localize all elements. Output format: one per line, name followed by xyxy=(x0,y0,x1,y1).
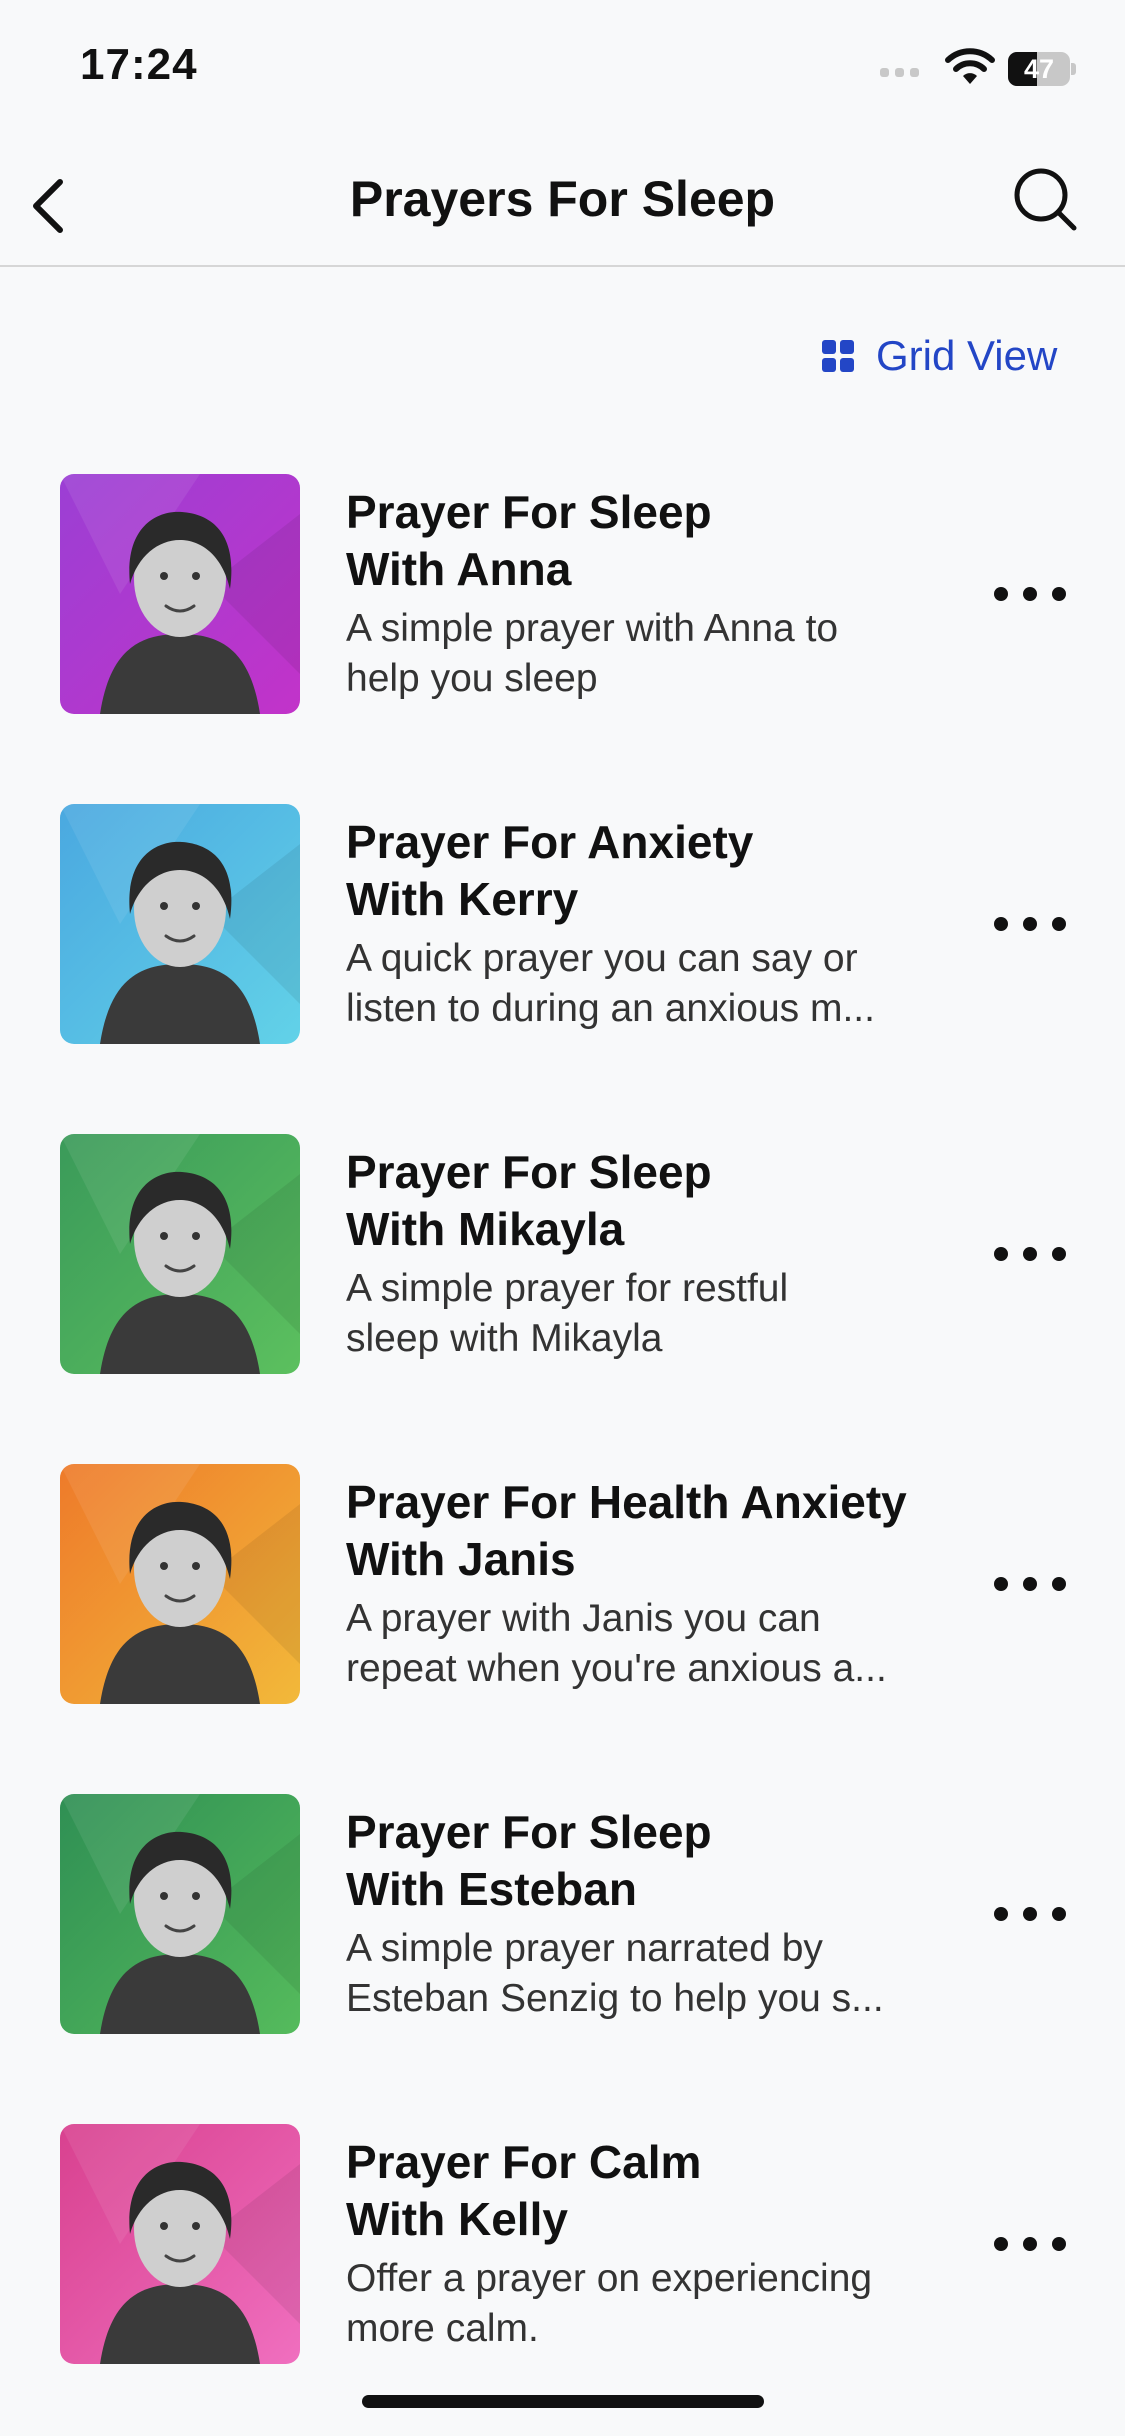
cellular-signal-icon xyxy=(880,68,919,77)
item-title-line: Prayer For Sleep xyxy=(346,1806,712,1858)
item-description-line: repeat when you're anxious a... xyxy=(346,1647,887,1690)
item-title[interactable]: Prayer For Calm With Kelly xyxy=(346,2134,966,2248)
item-description: A simple prayer for restful sleep with M… xyxy=(346,1264,946,1364)
item-description-line: Offer a prayer on experiencing xyxy=(346,2257,873,2300)
item-description-line: sleep with Mikayla xyxy=(346,1317,663,1360)
battery-icon: 47 xyxy=(1008,52,1076,86)
item-title-line: Prayer For Sleep xyxy=(346,486,712,538)
item-description-line: A quick prayer you can say or xyxy=(346,937,858,980)
item-description: A prayer with Janis you can repeat when … xyxy=(346,1594,946,1694)
status-time: 17:24 xyxy=(80,40,198,89)
item-title-line: With Anna xyxy=(346,543,572,595)
item-description-line: Esteban Senzig to help you s... xyxy=(346,1977,884,2020)
more-options-icon[interactable] xyxy=(990,904,1070,944)
item-description-line: help you sleep xyxy=(346,657,598,700)
list-item[interactable]: Prayer For Health Anxiety With Janis A p… xyxy=(0,1464,1125,1704)
home-indicator xyxy=(362,2395,764,2408)
item-description-line: A prayer with Janis you can xyxy=(346,1597,821,1640)
item-description: A quick prayer you can say or listen to … xyxy=(346,934,946,1034)
item-title-line: With Janis xyxy=(346,1533,576,1585)
list-item[interactable]: Prayer For Sleep With Esteban A simple p… xyxy=(0,1794,1125,2034)
item-title-line: With Kelly xyxy=(346,2193,568,2245)
list-item[interactable]: Prayer For Anxiety With Kerry A quick pr… xyxy=(0,804,1125,1044)
item-description-line: A simple prayer for restful xyxy=(346,1267,789,1310)
item-title-line: Prayer For Anxiety xyxy=(346,816,754,868)
list-item[interactable]: Prayer For Calm With Kelly Offer a praye… xyxy=(0,2124,1125,2364)
item-title-line: Prayer For Calm xyxy=(346,2136,702,2188)
item-title-line: With Mikayla xyxy=(346,1203,625,1255)
more-options-icon[interactable] xyxy=(990,1894,1070,1934)
more-options-icon[interactable] xyxy=(990,1564,1070,1604)
list-item[interactable]: Prayer For Sleep With Anna A simple pray… xyxy=(0,474,1125,714)
list-item[interactable]: Prayer For Sleep With Mikayla A simple p… xyxy=(0,1134,1125,1374)
more-options-icon[interactable] xyxy=(990,574,1070,614)
battery-level: 47 xyxy=(1023,54,1055,84)
item-title[interactable]: Prayer For Sleep With Mikayla xyxy=(346,1144,966,1258)
item-title-line: Prayer For Sleep xyxy=(346,1146,712,1198)
more-options-icon[interactable] xyxy=(990,1234,1070,1274)
wifi-icon xyxy=(945,48,995,84)
item-title[interactable]: Prayer For Anxiety With Kerry xyxy=(346,814,966,928)
more-options-icon[interactable] xyxy=(990,2224,1070,2264)
avatar[interactable] xyxy=(60,1464,300,1704)
avatar[interactable] xyxy=(60,1134,300,1374)
item-title[interactable]: Prayer For Sleep With Anna xyxy=(346,484,966,598)
item-description: Offer a prayer on experiencing more calm… xyxy=(346,2254,946,2354)
grid-icon xyxy=(822,340,854,372)
item-description-line: A simple prayer with Anna to xyxy=(346,607,839,650)
nav-bar: Prayers For Sleep xyxy=(0,140,1125,267)
item-description: A simple prayer with Anna to help you sl… xyxy=(346,604,946,704)
item-title[interactable]: Prayer For Health Anxiety With Janis xyxy=(346,1474,966,1588)
item-title-line: Prayer For Health Anxiety xyxy=(346,1476,907,1528)
avatar[interactable] xyxy=(60,1794,300,2034)
item-description: A simple prayer narrated by Esteban Senz… xyxy=(346,1924,946,2024)
grid-view-toggle[interactable]: Grid View xyxy=(822,328,1057,384)
item-title[interactable]: Prayer For Sleep With Esteban xyxy=(346,1804,966,1918)
item-description-line: listen to during an anxious m... xyxy=(346,987,875,1030)
item-title-line: With Esteban xyxy=(346,1863,637,1915)
item-description-line: A simple prayer narrated by xyxy=(346,1927,823,1970)
avatar[interactable] xyxy=(60,2124,300,2364)
avatar[interactable] xyxy=(60,474,300,714)
search-icon[interactable] xyxy=(1010,164,1080,234)
status-bar: 17:24 47 xyxy=(0,0,1125,140)
grid-view-label: Grid View xyxy=(876,332,1058,379)
item-description-line: more calm. xyxy=(346,2307,539,2350)
page-title: Prayers For Sleep xyxy=(349,171,776,227)
item-title-line: With Kerry xyxy=(346,873,579,925)
avatar[interactable] xyxy=(60,804,300,1044)
